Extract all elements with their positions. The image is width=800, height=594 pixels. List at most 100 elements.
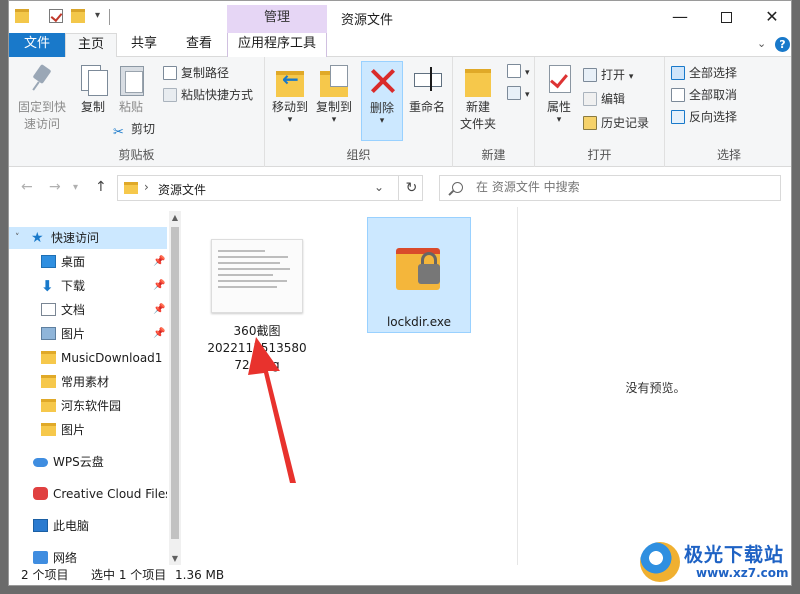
file-name-line3: 724.jpg <box>234 358 280 372</box>
cut-button[interactable]: ✂ 剪切 <box>113 119 156 140</box>
copy-path-button[interactable]: 复制路径 <box>163 63 229 83</box>
sidebar-item-documents[interactable]: 文档 📌 <box>9 299 167 321</box>
sidebar-item-common-materials[interactable]: 常用素材 <box>9 371 167 393</box>
move-to-button[interactable]: 移动到 ▾ <box>269 63 311 125</box>
tab-manage[interactable]: 管理 <box>227 5 327 33</box>
scroll-down-icon[interactable]: ▼ <box>169 554 181 563</box>
sidebar-item-musicdownload1[interactable]: MusicDownload1 <box>9 347 167 369</box>
file-item-lockdir[interactable]: lockdir.exe <box>367 217 471 333</box>
tab-share[interactable]: 共享 <box>121 33 167 57</box>
file-name-line1: 360截图 <box>233 324 281 338</box>
close-button[interactable]: ✕ <box>749 5 791 29</box>
pin-icon <box>26 63 58 95</box>
quick-access-dropdown-icon[interactable]: ▾ <box>95 10 100 21</box>
history-icon <box>583 116 597 130</box>
sidebar-item-label: 河东软件园 <box>61 399 122 413</box>
thumb-line <box>218 262 281 264</box>
rename-button[interactable]: 重命名 <box>405 63 449 116</box>
refresh-button[interactable]: ↻ <box>398 176 424 200</box>
quick-access-separator <box>109 9 110 25</box>
tab-file[interactable]: 文件 <box>9 33 65 57</box>
tab-application-tools[interactable]: 应用程序工具 <box>227 33 327 57</box>
ribbon-collapse-icon[interactable]: ⌄ <box>757 37 766 50</box>
scrollbar-thumb[interactable] <box>171 227 179 539</box>
sidebar-item-label: 下载 <box>61 279 86 293</box>
new-folder-button[interactable]: 新建 文件夹 <box>457 63 499 133</box>
scroll-up-icon[interactable]: ▲ <box>169 213 181 222</box>
copy-to-dropdown-icon: ▾ <box>331 115 337 125</box>
sidebar-item-downloads[interactable]: ⬇ 下载 📌 <box>9 275 167 297</box>
new-item-button[interactable]: ▾ <box>507 61 530 81</box>
open-label: 打开 <box>601 68 626 82</box>
easy-access-button[interactable]: ▾ <box>507 83 530 103</box>
sidebar-item-this-pc[interactable]: 此电脑 <box>9 515 167 537</box>
sidebar-scrollbar[interactable]: ▲ ▼ <box>169 211 181 565</box>
rename-icon <box>411 63 443 95</box>
cut-label: 剪切 <box>131 122 156 136</box>
up-arrow-icon[interactable]: ↑ <box>95 179 107 195</box>
sidebar-item-pictures[interactable]: 图片 📌 <box>9 323 167 345</box>
lock-folder-icon <box>396 240 444 292</box>
pin-icon: 📌 <box>153 304 166 315</box>
maximize-button[interactable] <box>703 5 749 29</box>
copy-to-icon <box>318 63 350 97</box>
item-count: 2 个项目 <box>21 568 69 582</box>
open-button[interactable]: 打开 ▾ <box>583 65 633 85</box>
help-icon[interactable]: ? <box>775 37 790 52</box>
breadcrumb-chevron-icon[interactable]: › <box>144 180 149 194</box>
recent-dropdown-icon[interactable]: ▾ <box>73 182 78 193</box>
minimize-button[interactable]: — <box>657 5 703 29</box>
sidebar-item-pictures-folder[interactable]: 图片 <box>9 419 167 441</box>
easy-access-dropdown-icon: ▾ <box>525 90 530 100</box>
select-none-button[interactable]: 全部取消 <box>671 85 737 105</box>
tab-home[interactable]: 主页 <box>65 33 117 58</box>
scissors-icon: ✂ <box>113 125 124 140</box>
address-bar[interactable]: › 资源文件 ⌄ ↻ <box>117 175 423 201</box>
expand-chevron-icon[interactable]: ˅ <box>15 227 20 249</box>
back-arrow-icon[interactable]: ← <box>21 179 33 195</box>
desktop-icon <box>41 255 56 268</box>
new-folder-quick-icon[interactable] <box>71 9 85 23</box>
clipboard-group: 固定到快 速访问 复制 粘贴 复制路径 粘贴快捷方式 ✂ 剪切 剪贴板 <box>9 57 265 167</box>
forward-arrow-icon[interactable]: → <box>49 179 61 195</box>
copy-button[interactable]: 复制 <box>73 63 113 116</box>
sidebar-item-hedong[interactable]: 河东软件园 <box>9 395 167 417</box>
history-label: 历史记录 <box>601 116 650 130</box>
thumb-line <box>218 250 265 252</box>
sidebar-item-quick-access[interactable]: ˅ ★ 快速访问 <box>9 227 167 249</box>
star-icon: ★ <box>31 230 44 246</box>
copy-to-button[interactable]: 复制到 ▾ <box>313 63 355 125</box>
delete-dropdown-icon: ▾ <box>379 116 385 126</box>
sidebar-item-label: 此电脑 <box>53 519 90 533</box>
paste-button[interactable]: 粘贴 <box>113 63 149 116</box>
watermark-title: 极光下载站 <box>684 544 785 566</box>
sidebar-item-desktop[interactable]: 桌面 📌 <box>9 251 167 273</box>
navigation-pane: ˅ ★ 快速访问 桌面 📌 ⬇ 下载 📌 文档 📌 图片 📌 MusicDown… <box>9 211 181 565</box>
address-dropdown-icon[interactable]: ⌄ <box>374 180 384 194</box>
thumb-line <box>218 256 289 258</box>
search-icon <box>452 182 463 193</box>
select-all-button[interactable]: 全部选择 <box>671 63 737 83</box>
tab-view[interactable]: 查看 <box>173 33 225 57</box>
folder-icon <box>15 9 29 23</box>
sidebar-item-creative-cloud[interactable]: Creative Cloud Files <box>9 483 167 505</box>
edit-button[interactable]: 编辑 <box>583 89 625 109</box>
organize-group: 移动到 ▾ 复制到 ▾ 删除 ▾ 重命名 组织 <box>265 57 453 167</box>
properties-button[interactable]: 属性 ▾ <box>539 63 579 125</box>
file-item-screenshot[interactable]: 360截图 2022111513580 724.jpg <box>189 215 325 375</box>
sidebar-item-label: 图片 <box>61 423 86 437</box>
paste-shortcut-button[interactable]: 粘贴快捷方式 <box>163 85 253 105</box>
invert-selection-button[interactable]: 反向选择 <box>671 107 737 127</box>
search-box[interactable] <box>439 175 781 201</box>
properties-quick-icon[interactable] <box>49 9 63 23</box>
history-button[interactable]: 历史记录 <box>583 113 649 133</box>
delete-label: 删除 <box>369 101 394 115</box>
lock-body <box>418 264 440 284</box>
search-input[interactable] <box>476 180 766 194</box>
breadcrumb[interactable]: 资源文件 <box>158 181 206 198</box>
thumb-line <box>218 274 273 276</box>
sidebar-item-wps-cloud[interactable]: WPS云盘 <box>9 451 167 473</box>
new-group-label: 新建 <box>481 148 506 162</box>
delete-button[interactable]: 删除 ▾ <box>361 61 403 141</box>
pin-quick-access-button[interactable]: 固定到快 速访问 <box>13 63 71 133</box>
